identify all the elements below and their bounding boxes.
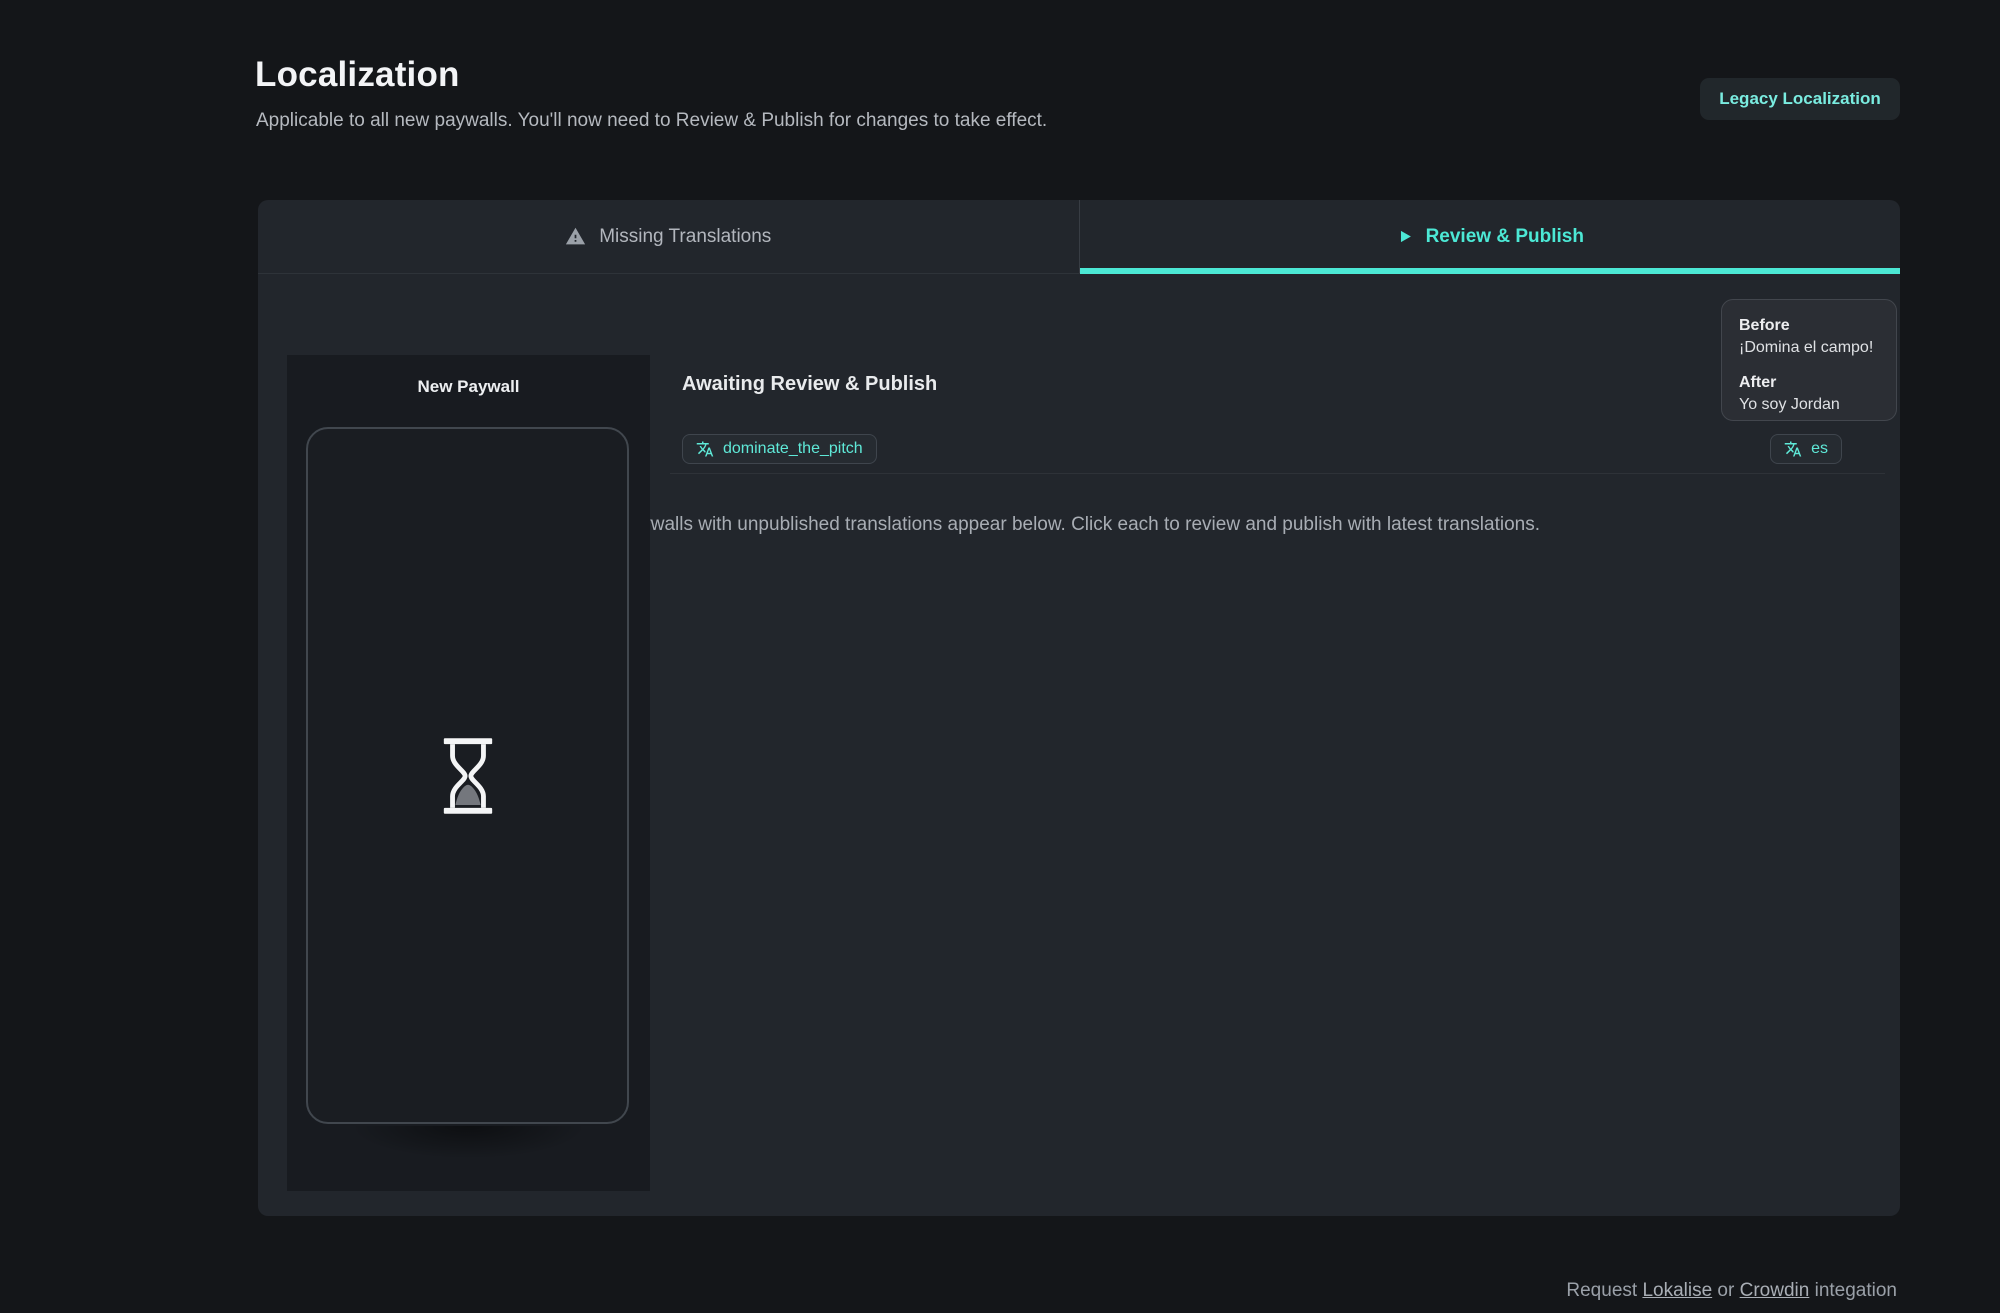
active-tab-indicator — [1080, 268, 1901, 274]
locale-chip-label: es — [1811, 440, 1828, 458]
translate-icon — [1784, 440, 1802, 458]
locale-chip[interactable]: es — [1770, 434, 1842, 464]
tab-missing-label: Missing Translations — [599, 226, 771, 248]
paywall-row: dominate_the_pitch es — [682, 434, 1842, 464]
tab-bar: Missing Translations Review & Publish — [258, 200, 1900, 274]
tooltip-after-value: Yo soy Jordan — [1739, 394, 1896, 416]
integration-footer: Request Lokalise or Crowdin integation — [1566, 1280, 1897, 1302]
preview-panel-title: New Paywall — [287, 377, 650, 397]
localization-page: Localization Applicable to all new paywa… — [0, 0, 2000, 1313]
footer-conjunction: or — [1712, 1280, 1739, 1301]
legacy-localization-button[interactable]: Legacy Localization — [1700, 78, 1900, 120]
crowdin-link[interactable]: Crowdin — [1740, 1280, 1810, 1301]
footer-suffix: integation — [1809, 1280, 1897, 1301]
paywall-chip-label: dominate_the_pitch — [723, 440, 863, 458]
tooltip-before-value: ¡Domina el campo! — [1739, 337, 1896, 359]
tooltip-after-label: After — [1739, 372, 1896, 394]
play-icon — [1396, 228, 1413, 245]
page-subtitle: Applicable to all new paywalls. You'll n… — [256, 110, 1047, 132]
translation-preview-tooltip: Before ¡Domina el campo! After Yo soy Jo… — [1721, 299, 1897, 421]
tooltip-before-label: Before — [1739, 315, 1896, 337]
translate-icon — [696, 440, 714, 458]
row-divider — [670, 473, 1885, 474]
hourglass-icon — [439, 737, 497, 815]
tab-missing-translations[interactable]: Missing Translations — [258, 200, 1080, 273]
paywall-preview-frame — [306, 427, 629, 1124]
tab-review-publish[interactable]: Review & Publish — [1080, 200, 1901, 273]
lokalise-link[interactable]: Lokalise — [1642, 1280, 1712, 1301]
page-title: Localization — [255, 55, 460, 95]
localization-card: Missing Translations Review & Publish Pa… — [258, 200, 1900, 1216]
paywall-chip[interactable]: dominate_the_pitch — [682, 434, 877, 464]
tab-review-label: Review & Publish — [1426, 226, 1584, 248]
awaiting-heading: Awaiting Review & Publish — [682, 373, 937, 396]
paywall-preview-panel: New Paywall — [287, 355, 650, 1191]
footer-prefix: Request — [1566, 1280, 1642, 1301]
preview-frame-shadow — [311, 1126, 626, 1170]
warning-icon — [565, 226, 586, 247]
